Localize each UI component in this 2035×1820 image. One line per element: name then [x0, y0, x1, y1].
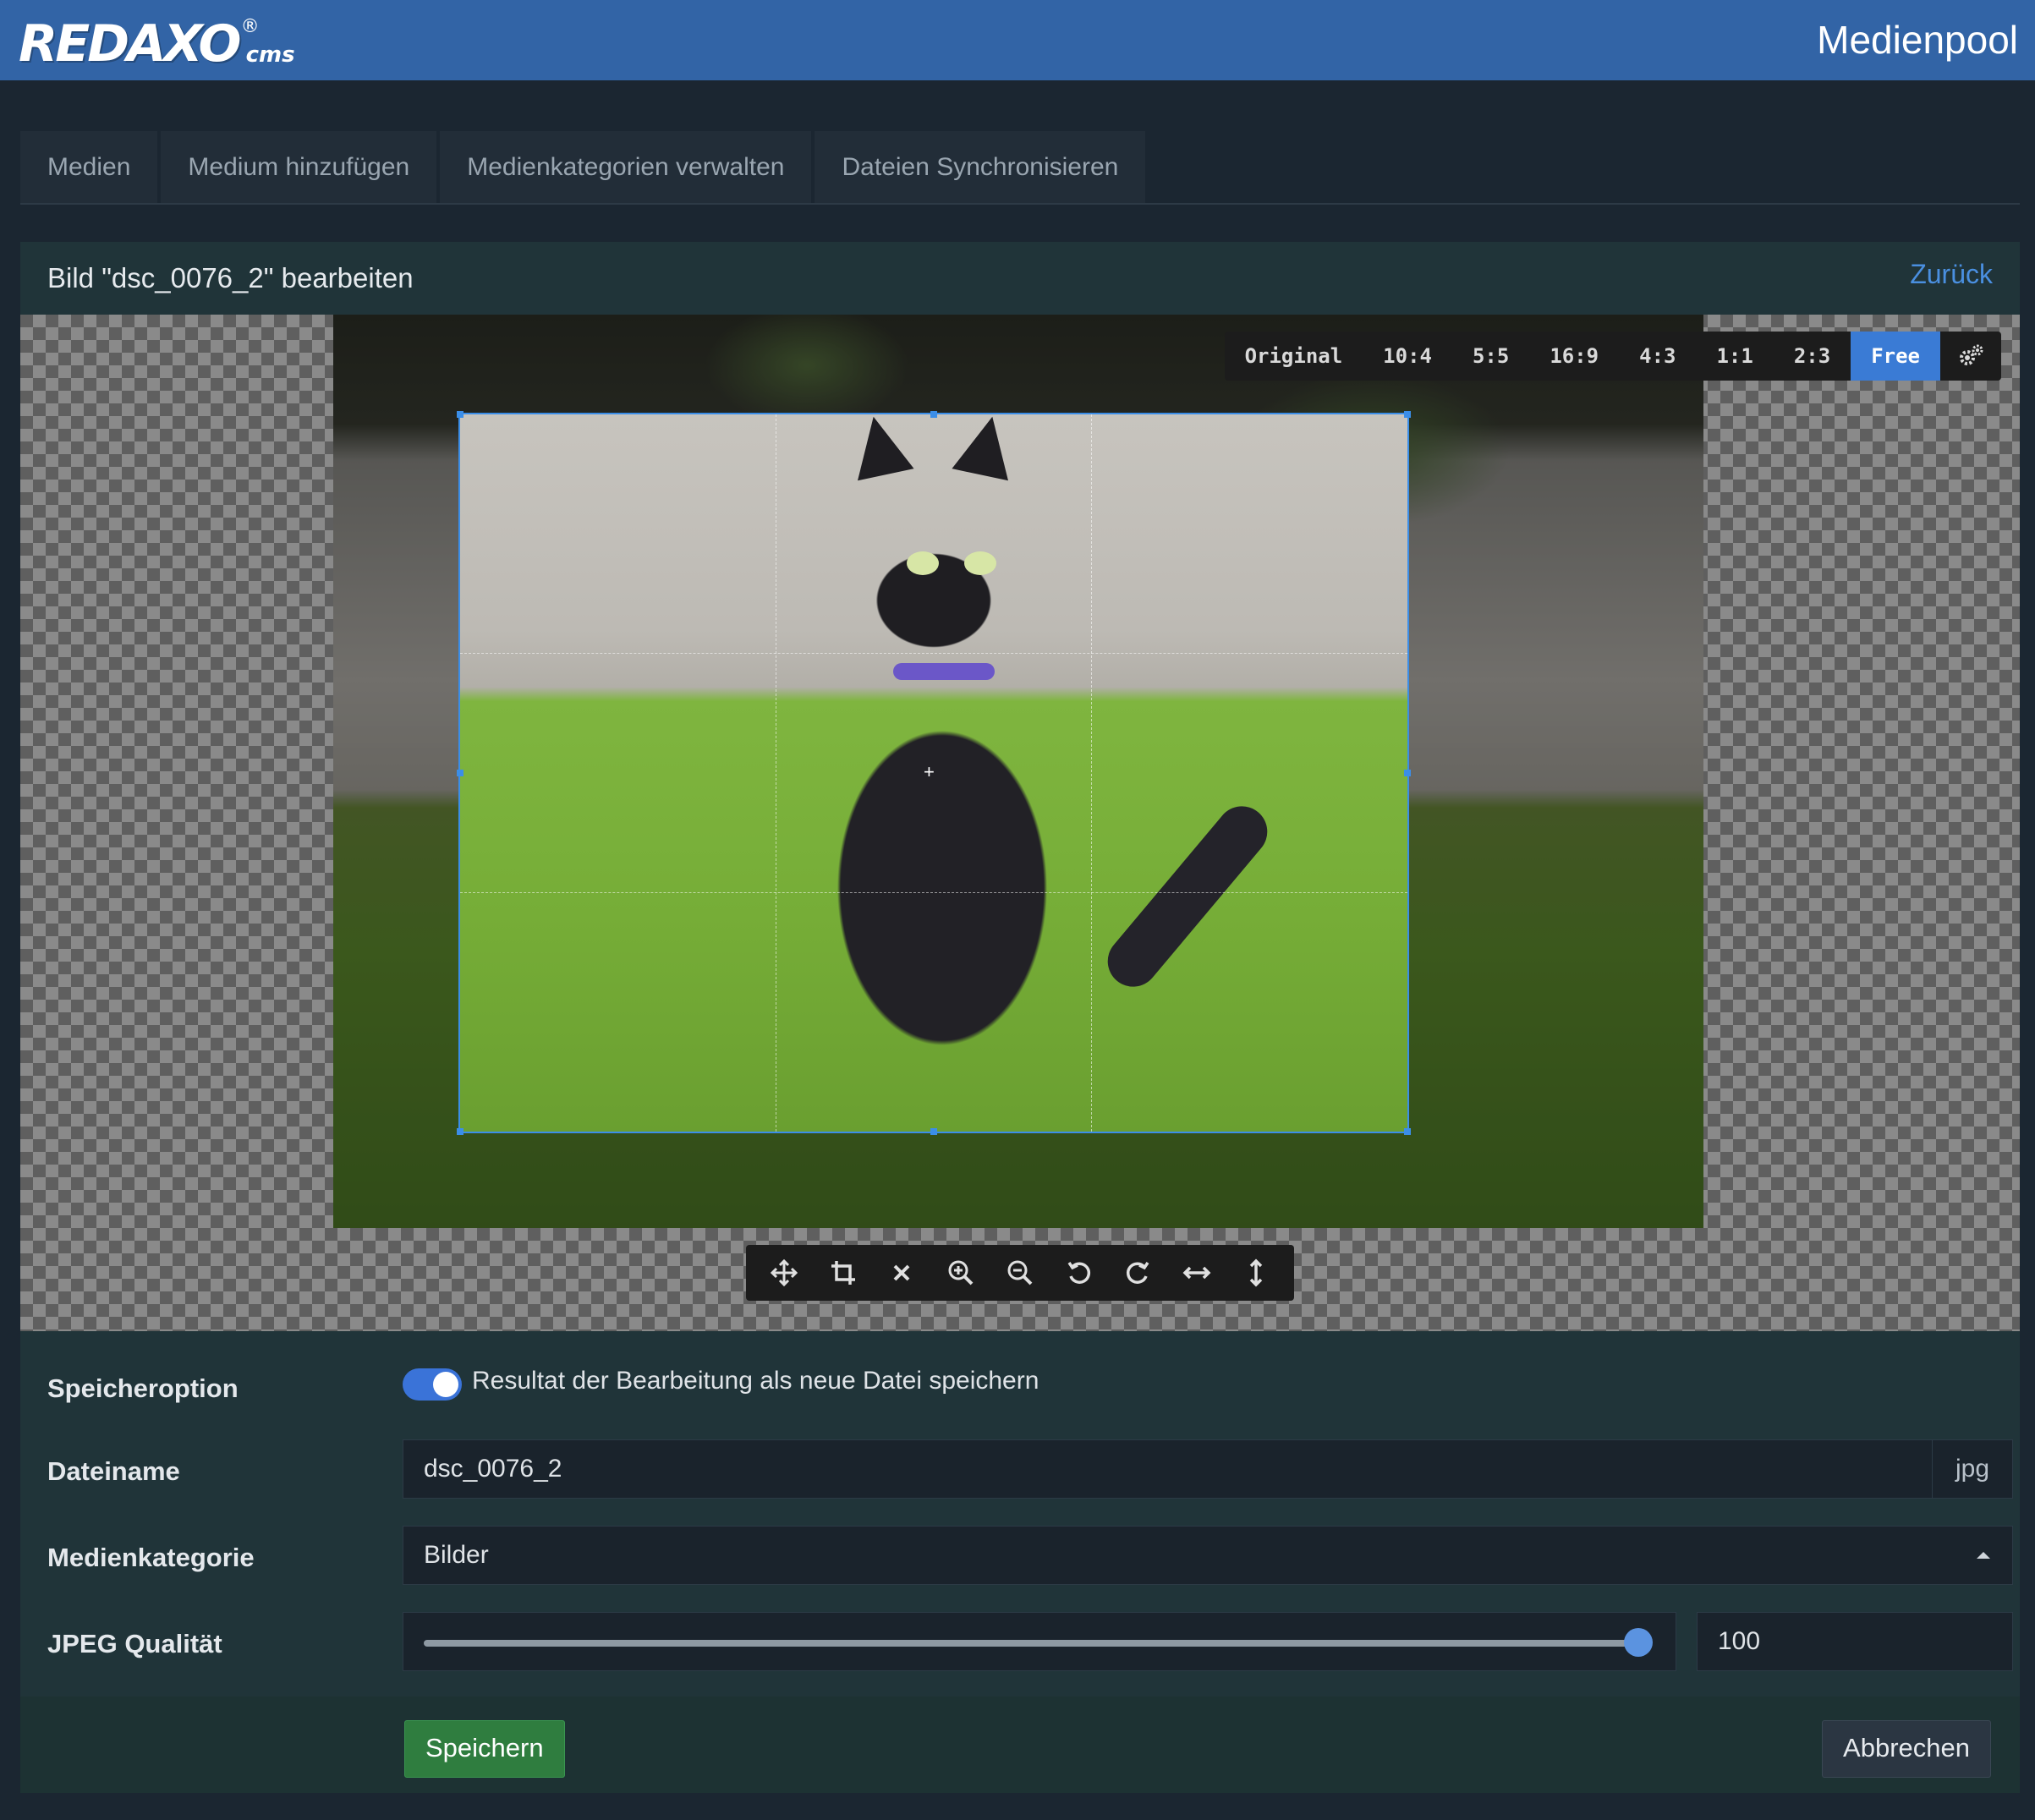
crop-guide-vertical-2	[1091, 414, 1092, 1132]
crop-guide-horizontal-2	[460, 892, 1407, 893]
media-category-select[interactable]: Bilder	[403, 1526, 2013, 1585]
category-label: Medienkategorie	[47, 1543, 255, 1572]
back-link[interactable]: Zurück	[1910, 259, 1993, 290]
jpeg-quality-slider-track[interactable]	[424, 1640, 1638, 1647]
cancel-button[interactable]: Abbrechen	[1822, 1720, 1991, 1778]
ratio-original-button[interactable]: Original	[1225, 332, 1363, 381]
zoom-out-icon[interactable]	[999, 1252, 1041, 1294]
rotate-right-icon[interactable]	[1116, 1252, 1159, 1294]
ratio-5-5-button[interactable]: 5:5	[1452, 332, 1529, 381]
cat-ear-right	[952, 414, 1021, 481]
ratio-10-4-button[interactable]: 10:4	[1363, 332, 1452, 381]
logo-registered-mark: ®	[240, 16, 260, 37]
save-as-new-text: Resultat der Bearbeitung als neue Datei …	[472, 1367, 1039, 1395]
image-edit-form: Speicheroption Resultat der Bearbeitung …	[20, 1331, 2020, 1697]
flip-vertical-icon[interactable]	[1235, 1252, 1277, 1294]
crop-icon[interactable]	[822, 1252, 864, 1294]
logo-cms: cms	[245, 42, 295, 68]
jpeg-quality-label: JPEG Qualität	[47, 1629, 222, 1658]
cat-tail	[1097, 796, 1278, 997]
save-button[interactable]: Speichern	[404, 1720, 565, 1778]
filename-label: Dateiname	[47, 1456, 180, 1486]
ratio-4-3-button[interactable]: 4:3	[1619, 332, 1696, 381]
zoom-in-icon[interactable]	[940, 1252, 982, 1294]
crop-handle-ne[interactable]	[1404, 411, 1411, 418]
tab-dateien-synchronisieren[interactable]: Dateien Synchronisieren	[815, 131, 1146, 204]
ratio-2-3-button[interactable]: 2:3	[1774, 332, 1851, 381]
logo-wordmark: REDAXO	[19, 14, 242, 74]
cat-eye-right	[964, 551, 996, 575]
form-footer: Speichern Abbrechen	[20, 1697, 2020, 1793]
move-icon[interactable]	[763, 1252, 805, 1294]
crop-handle-se[interactable]	[1404, 1128, 1411, 1135]
aspect-ratio-toolbar: Original 10:4 5:5 16:9 4:3 1:1 2:3 Free	[1224, 332, 2001, 381]
ratio-16-9-button[interactable]: 16:9	[1529, 332, 1619, 381]
crop-box[interactable]: +	[458, 413, 1409, 1133]
crop-handle-w[interactable]	[457, 770, 463, 776]
crop-handle-s[interactable]	[930, 1128, 937, 1135]
filename-input[interactable]: dsc_0076_2	[403, 1439, 1934, 1499]
save-as-new-toggle[interactable]	[403, 1368, 462, 1401]
redaxo-logo[interactable]: REDAXO ® cms	[19, 10, 295, 69]
crop-handle-nw[interactable]	[457, 411, 463, 418]
media-category-value: Bilder	[424, 1541, 489, 1569]
tab-bar: Medien Medium hinzufügen Medienkategorie…	[20, 131, 1146, 204]
cat-collar	[893, 663, 995, 680]
jpeg-quality-slider-thumb[interactable]	[1624, 1628, 1653, 1657]
jpeg-quality-input[interactable]: 100	[1697, 1612, 2013, 1671]
ratio-1-1-button[interactable]: 1:1	[1696, 332, 1773, 381]
panel-title: Bild "dsc_0076_2" bearbeiten	[47, 262, 414, 293]
cropper-canvas[interactable]: + Original 10:4 5:5 16:9 4:3 1:1 2:3 Fre…	[20, 315, 2020, 1331]
cropper-tool-bar	[746, 1245, 1294, 1301]
file-extension-addon: jpg	[1932, 1439, 2013, 1499]
toggle-knob	[433, 1372, 458, 1397]
tab-medium-hinzufuegen[interactable]: Medium hinzufügen	[161, 131, 437, 204]
flip-horizontal-icon[interactable]	[1176, 1252, 1218, 1294]
crop-center-icon: +	[924, 761, 935, 782]
caret-up-icon	[1977, 1552, 1990, 1559]
top-bar: REDAXO ® cms Medienpool	[0, 0, 2035, 80]
cat-eye-left	[907, 551, 939, 575]
rotate-left-icon[interactable]	[1058, 1252, 1100, 1294]
jpeg-quality-slider-wrap	[403, 1612, 1676, 1671]
clear-icon[interactable]	[880, 1252, 923, 1294]
crop-handle-e[interactable]	[1404, 770, 1411, 776]
crop-handle-n[interactable]	[930, 411, 937, 418]
crop-handle-sw[interactable]	[457, 1128, 463, 1135]
edit-image-panel: Bild "dsc_0076_2" bearbeiten Zurück + Or…	[20, 242, 2020, 1793]
page-title: Medienpool	[1817, 18, 2018, 62]
tab-medien[interactable]: Medien	[20, 131, 158, 204]
cat-ear-left	[845, 414, 914, 481]
save-option-label: Speicheroption	[47, 1373, 239, 1403]
tab-divider	[20, 203, 2020, 205]
panel-header: Bild "dsc_0076_2" bearbeiten Zurück	[20, 242, 2020, 315]
image-preview: +	[333, 315, 1703, 1228]
tab-medienkategorien-verwalten[interactable]: Medienkategorien verwalten	[440, 131, 812, 204]
crop-guide-horizontal-1	[460, 653, 1407, 654]
gears-icon[interactable]	[1940, 332, 2001, 381]
ratio-free-button[interactable]: Free	[1851, 332, 1940, 381]
